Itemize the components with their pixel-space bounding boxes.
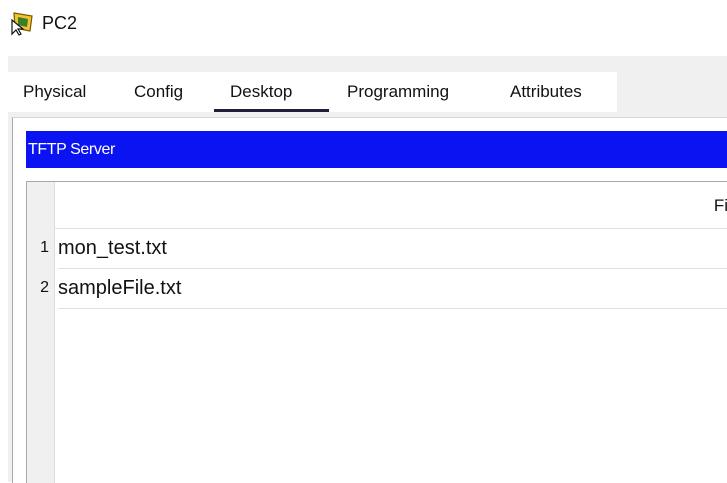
file-table: Fi 1 mon_test.txt 2 sampleFile.txt — [26, 181, 727, 483]
panel-title: TFTP Server — [28, 141, 115, 158]
window-title: PC2 — [42, 13, 78, 33]
tab-config[interactable]: Config — [134, 82, 183, 102]
row-number: 1 — [40, 239, 49, 256]
tab-programming[interactable]: Programming — [347, 82, 449, 102]
file-name-cell[interactable]: sampleFile.txt — [58, 268, 727, 309]
tab-bar: Physical Config Desktop Programming Attr… — [8, 72, 617, 112]
tab-attributes[interactable]: Attributes — [510, 82, 582, 102]
tab-desktop[interactable]: Desktop — [230, 82, 292, 102]
pc-cursor-icon — [10, 10, 36, 36]
table-row[interactable]: 1 mon_test.txt — [27, 228, 727, 269]
column-header-label: Fi — [713, 196, 727, 215]
active-tab-indicator — [214, 109, 329, 112]
row-number: 2 — [40, 279, 49, 296]
title-bar: PC2 — [0, 0, 727, 56]
tftp-server-header: TFTP Server — [26, 131, 727, 168]
table-row[interactable]: 2 sampleFile.txt — [27, 268, 727, 309]
file-name-cell[interactable]: mon_test.txt — [58, 228, 727, 269]
tab-physical[interactable]: Physical — [23, 82, 86, 102]
column-header[interactable]: Fi — [55, 182, 727, 229]
